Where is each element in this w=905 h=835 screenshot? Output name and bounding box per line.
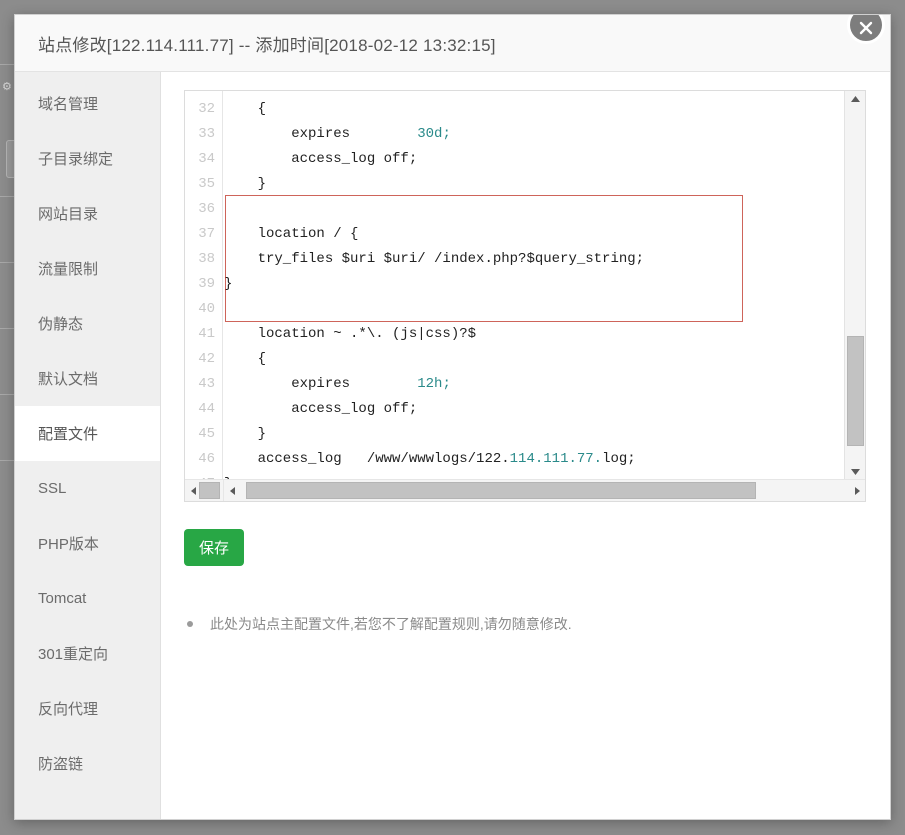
code-line[interactable]: try_files $uri $uri/ /index.php?$query_s…: [224, 247, 843, 272]
sidebar-item-rewrite-rules[interactable]: 伪静态: [15, 296, 160, 351]
line-number: 34: [198, 151, 215, 167]
code-line[interactable]: location ~ .*\. (js|css)?$: [224, 322, 843, 347]
line-number: 44: [198, 401, 215, 417]
code-line[interactable]: access_log off;: [224, 147, 843, 172]
code-line[interactable]: }: [224, 272, 843, 297]
sidebar-item-website-directory[interactable]: 网站目录: [15, 186, 160, 241]
config-file-panel: 32333435363738394041424344454647 { expir…: [161, 72, 890, 819]
sidebar-item-subdirectory-binding[interactable]: 子目录绑定: [15, 131, 160, 186]
scroll-down-arrow-icon[interactable]: [845, 463, 865, 480]
code-line[interactable]: expires 12h;: [224, 372, 843, 397]
sidebar-item-reverse-proxy[interactable]: 反向代理: [15, 681, 160, 736]
sidebar-item-label: 配置文件: [38, 426, 99, 443]
gutter-scroll-thumb[interactable]: [199, 482, 220, 499]
code-line[interactable]: }: [224, 172, 843, 197]
line-number: 38: [198, 251, 215, 267]
code-line[interactable]: [224, 197, 843, 222]
sidebar-item-hotlink-protection[interactable]: 防盗链: [15, 736, 160, 791]
config-editor[interactable]: 32333435363738394041424344454647 { expir…: [184, 90, 866, 502]
config-warning-note: 此处为站点主配置文件,若您不了解配置规则,请勿随意修改.: [184, 614, 890, 634]
code-value: 30d;: [417, 126, 451, 142]
editor-line-numbers: 32333435363738394041424344454647: [185, 91, 223, 492]
sidebar-item-label: 网站目录: [38, 206, 99, 223]
line-number: 36: [198, 201, 215, 217]
scroll-right-arrow-icon[interactable]: [851, 480, 865, 501]
sidebar-item-label: 子目录绑定: [38, 151, 114, 168]
gutter-horizontal-scrollbar[interactable]: [185, 480, 224, 501]
sidebar-item-label: 防盗链: [38, 756, 84, 773]
line-number: 43: [198, 376, 215, 392]
code-line[interactable]: {: [224, 97, 843, 122]
sidebar-item-301-redirect[interactable]: 301重定向: [15, 626, 160, 681]
sidebar-item-domain-management[interactable]: 域名管理: [15, 76, 160, 131]
code-line[interactable]: {: [224, 347, 843, 372]
code-horizontal-scrollbar[interactable]: [224, 480, 865, 501]
code-line[interactable]: location / {: [224, 222, 843, 247]
code-line[interactable]: [224, 297, 843, 322]
code-line[interactable]: access_log /www/wwwlogs/122.114.111.77.l…: [224, 447, 843, 472]
sidebar-item-label: 流量限制: [38, 261, 99, 278]
line-number: 32: [198, 101, 215, 117]
code-line[interactable]: }: [224, 422, 843, 447]
sidebar-item-label: 默认文档: [38, 371, 99, 388]
editor-horizontal-scrollbars: [185, 479, 865, 501]
sidebar-item-label: 域名管理: [38, 96, 99, 113]
line-number: 37: [198, 226, 215, 242]
sidebar-item-config-file[interactable]: 配置文件: [15, 406, 160, 461]
editor-code-area[interactable]: { expires 30d; access_log off; } locatio…: [224, 91, 843, 480]
horizontal-scroll-thumb[interactable]: [246, 482, 756, 499]
bullet-icon: [187, 621, 193, 627]
scroll-left-arrow-icon[interactable]: [225, 480, 239, 501]
code-line[interactable]: access_log off;: [224, 397, 843, 422]
sidebar-item-label: PHP版本: [38, 536, 99, 553]
sidebar-item-ssl[interactable]: SSL: [15, 461, 160, 516]
dialog-body: 域名管理 子目录绑定 网站目录 流量限制 伪静态 默认文档 配置文件 SSL P…: [15, 72, 890, 819]
line-number: 41: [198, 326, 215, 342]
dialog-title: 站点修改[122.114.111.77] -- 添加时间[2018-02-12 …: [38, 35, 496, 55]
note-text: 此处为站点主配置文件,若您不了解配置规则,请勿随意修改.: [210, 616, 572, 632]
line-number: 45: [198, 426, 215, 442]
vertical-scroll-thumb[interactable]: [847, 336, 864, 446]
line-number: 46: [198, 451, 215, 467]
sidebar-item-tomcat[interactable]: Tomcat: [15, 571, 160, 626]
code-line[interactable]: expires 30d;: [224, 122, 843, 147]
dialog-header: 站点修改[122.114.111.77] -- 添加时间[2018-02-12 …: [15, 15, 890, 72]
sidebar-item-label: 伪静态: [38, 316, 84, 333]
sidebar-item-label: SSL: [38, 480, 67, 497]
site-edit-dialog: 站点修改[122.114.111.77] -- 添加时间[2018-02-12 …: [14, 14, 891, 820]
line-number: 42: [198, 351, 215, 367]
line-number: 39: [198, 276, 215, 292]
sidebar-item-php-version[interactable]: PHP版本: [15, 516, 160, 571]
settings-sidebar: 域名管理 子目录绑定 网站目录 流量限制 伪静态 默认文档 配置文件 SSL P…: [15, 72, 161, 819]
sidebar-item-default-document[interactable]: 默认文档: [15, 351, 160, 406]
sidebar-item-label: 301重定向: [38, 646, 109, 663]
save-button[interactable]: 保存: [184, 529, 244, 566]
code-value: 114.111.77.: [509, 451, 603, 467]
line-number: 35: [198, 176, 215, 192]
sidebar-item-label: 反向代理: [38, 701, 99, 718]
line-number: 33: [198, 126, 215, 142]
editor-vertical-scrollbar[interactable]: [844, 91, 865, 480]
line-number: 40: [198, 301, 215, 317]
gutter-scroll-left-arrow-icon[interactable]: [186, 480, 200, 501]
sidebar-item-label: Tomcat: [38, 590, 87, 607]
sidebar-item-traffic-limit[interactable]: 流量限制: [15, 241, 160, 296]
scroll-up-arrow-icon[interactable]: [845, 91, 865, 108]
code-value: 12h;: [417, 376, 451, 392]
